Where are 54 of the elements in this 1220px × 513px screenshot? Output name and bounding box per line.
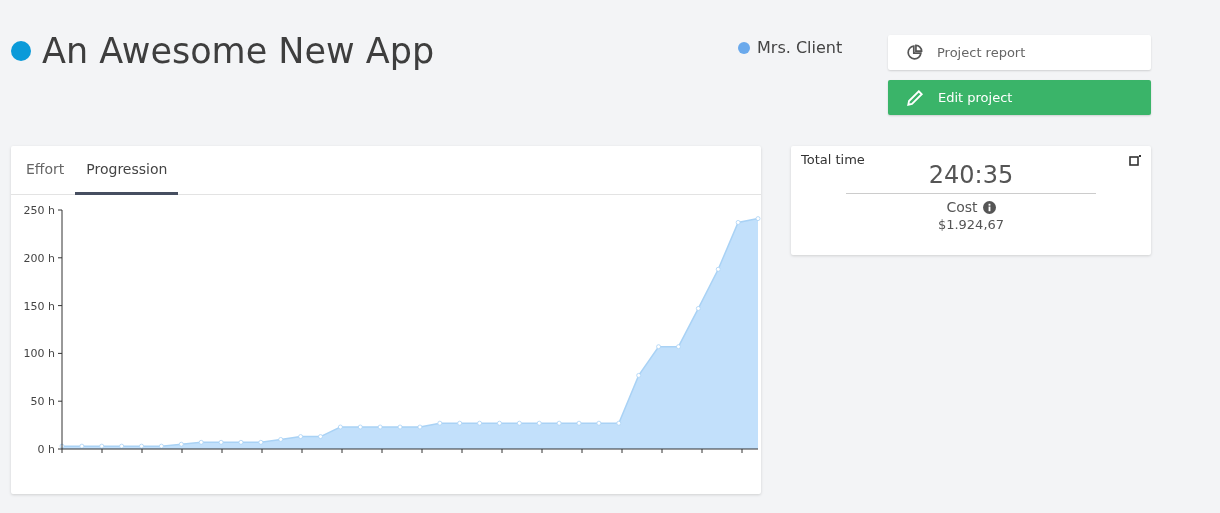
y-tick-label: 150 h	[23, 299, 55, 313]
y-tick-label: 250 h	[23, 204, 55, 217]
data-point	[556, 420, 562, 426]
data-point	[695, 306, 701, 311]
y-tick-label: 50 h	[30, 395, 55, 409]
data-point	[516, 420, 522, 426]
data-point	[735, 220, 741, 225]
pie-chart-icon	[906, 44, 923, 61]
cost-value: $1.924,67	[937, 217, 1005, 232]
data-point	[715, 266, 721, 272]
data-point	[218, 439, 224, 445]
data-point	[536, 420, 542, 426]
data-point	[139, 443, 144, 449]
client-dot	[738, 41, 750, 54]
y-tick-label: 100 h	[23, 347, 55, 361]
data-point	[676, 344, 681, 350]
data-point	[278, 437, 284, 442]
status-dot	[11, 41, 31, 61]
data-point	[198, 439, 204, 445]
data-point	[99, 443, 105, 449]
data-point	[477, 420, 482, 426]
data-point	[318, 434, 323, 439]
data-point	[497, 420, 502, 426]
data-point	[457, 420, 463, 426]
data-point	[357, 424, 363, 430]
data-point	[636, 373, 642, 378]
chart-tab[interactable]: Effort	[15, 146, 76, 195]
cost-label: Cost	[946, 199, 978, 215]
data-point	[596, 420, 602, 426]
data-point	[397, 424, 403, 430]
data-point	[79, 443, 85, 449]
data-point	[238, 439, 244, 445]
client-name: Mrs. Client	[757, 38, 843, 57]
pencil-icon	[906, 88, 924, 107]
data-point	[298, 434, 304, 439]
project-title: An Awesome New App	[42, 31, 435, 71]
data-point	[159, 443, 164, 449]
data-point	[417, 424, 423, 430]
y-tick-label: 200 h	[23, 251, 55, 265]
data-point	[338, 424, 343, 430]
data-point	[258, 439, 264, 445]
data-point	[178, 441, 184, 447]
y-tick-label: 0 h	[37, 443, 55, 456]
data-point	[437, 420, 443, 426]
data-point	[616, 420, 622, 426]
data-point	[119, 443, 125, 449]
info-icon[interactable]	[982, 200, 996, 214]
data-point	[377, 424, 383, 430]
data-point	[576, 420, 582, 426]
chart-tab[interactable]: Progression	[75, 146, 179, 195]
data-point	[59, 443, 65, 449]
data-point	[656, 344, 661, 350]
project-report-button[interactable]: Project report	[888, 35, 1151, 70]
expand-icon[interactable]	[1129, 155, 1141, 166]
